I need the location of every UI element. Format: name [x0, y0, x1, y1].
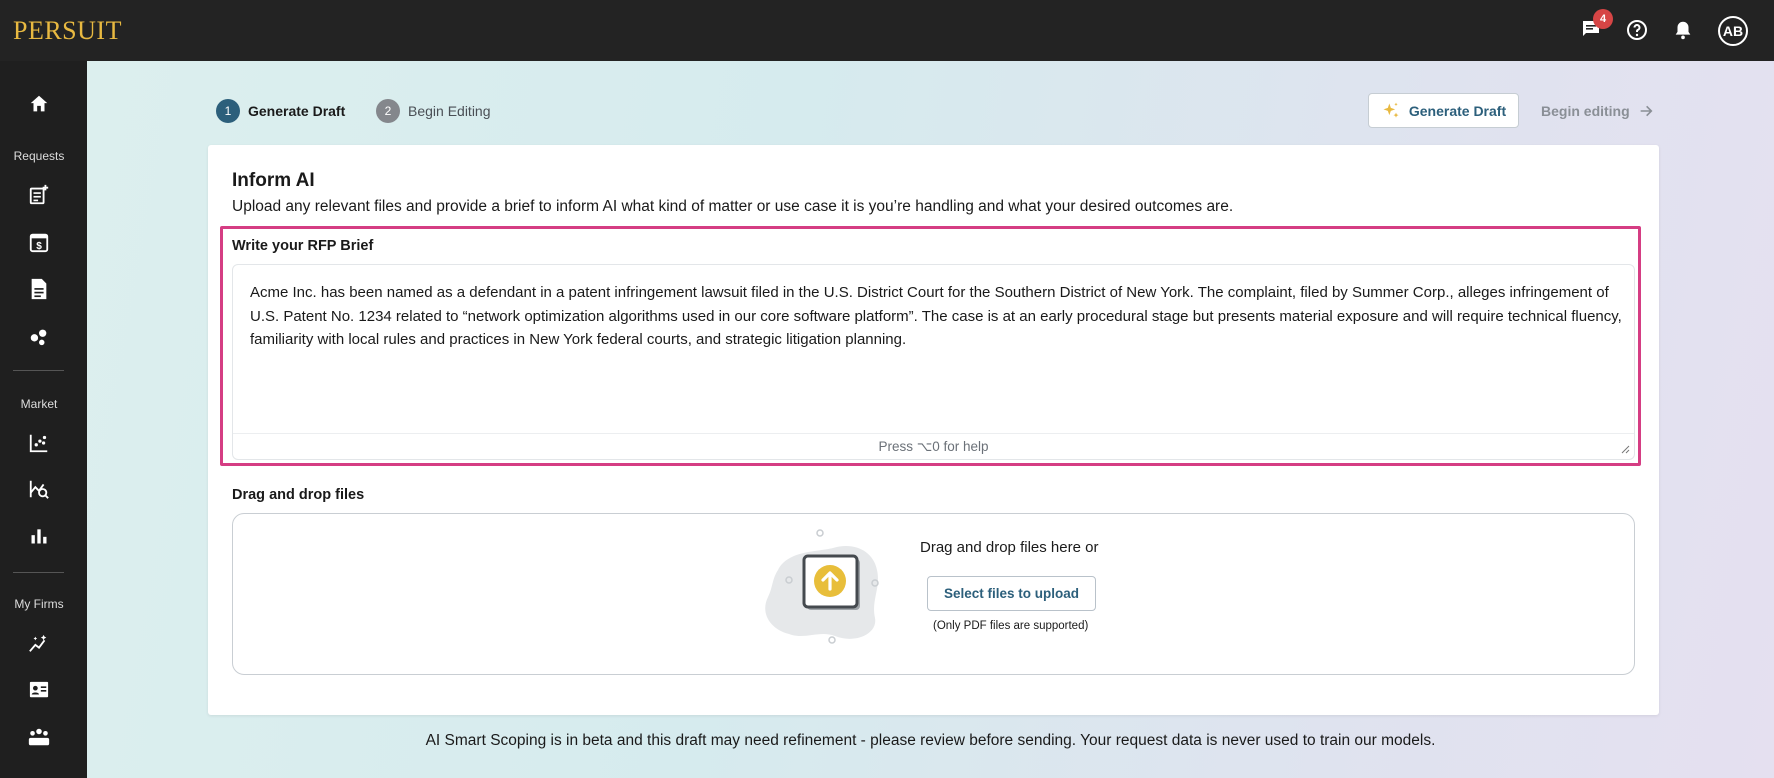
messages-badge: 4	[1593, 9, 1613, 29]
sidebar-divider	[13, 572, 64, 573]
beta-disclaimer-text: AI Smart Scoping is in beta and this dra…	[425, 732, 1436, 749]
brief-label: Write your RFP Brief	[232, 238, 374, 254]
resize-handle-icon[interactable]	[1620, 444, 1630, 454]
sidebar-section-firms: My Firms	[14, 597, 64, 611]
analysis-icon[interactable]	[24, 474, 54, 504]
avatar[interactable]: AB	[1718, 16, 1748, 46]
sidebar-divider	[13, 370, 64, 371]
sparkle-icon	[1383, 102, 1399, 118]
home-icon[interactable]	[24, 89, 54, 119]
begin-editing-button[interactable]: Begin editing	[1541, 100, 1654, 122]
brief-help-hint: Press ⌥0 for help	[233, 433, 1634, 459]
arrow-right-icon	[1640, 105, 1653, 117]
step-begin-editing[interactable]: 2 Begin Editing	[376, 99, 491, 123]
select-files-button[interactable]: Select files to upload	[927, 576, 1096, 611]
bar-chart-icon[interactable]	[24, 521, 54, 551]
drag-drop-label: Drag and drop files	[232, 487, 365, 503]
top-bar: PERSUIT 4 AB	[0, 0, 1774, 61]
help-icon[interactable]	[1624, 17, 1650, 43]
beta-disclaimer: AI Smart Scoping is in beta and this dra…	[0, 732, 1774, 750]
scatter-chart-icon[interactable]	[24, 428, 54, 458]
bell-icon[interactable]	[1670, 17, 1696, 43]
page-title: Inform AI	[232, 170, 315, 191]
sparkle-trend-icon[interactable]	[24, 629, 54, 659]
step-number: 1	[216, 99, 240, 123]
chat-icon[interactable]: 4	[1578, 9, 1613, 43]
pdf-only-note: (Only PDF files are supported)	[933, 620, 1089, 632]
upload-illustration-icon	[765, 529, 879, 644]
generate-draft-label: Generate Draft	[1408, 102, 1507, 119]
document-icon[interactable]	[24, 274, 54, 304]
card-description: Upload any relevant files and provide a …	[232, 198, 1234, 215]
drop-instructions: Drag and drop files here or	[920, 539, 1099, 556]
contact-card-icon[interactable]	[24, 675, 54, 705]
sidebar-section-market: Market	[20, 397, 58, 411]
svg-text:$: $	[36, 241, 42, 252]
new-request-icon[interactable]	[24, 180, 54, 210]
step-label: Generate Draft	[248, 103, 346, 119]
sidebar-section-requests: Requests	[13, 149, 65, 163]
rfp-brief-text[interactable]: Acme Inc. has been named as a defendant …	[250, 281, 1625, 352]
sidebar: Requests $ Market My Firms	[0, 61, 87, 778]
calendar-dollar-icon[interactable]: $	[24, 227, 54, 257]
step-number: 2	[376, 99, 400, 123]
step-label: Begin Editing	[408, 103, 491, 119]
persuit-logo[interactable]: PERSUIT	[13, 16, 122, 46]
begin-editing-label: Begin editing	[1541, 103, 1630, 119]
molecule-icon[interactable]	[24, 321, 54, 351]
generate-draft-button[interactable]: Generate Draft	[1368, 93, 1519, 128]
step-generate-draft[interactable]: 1 Generate Draft	[216, 99, 346, 123]
